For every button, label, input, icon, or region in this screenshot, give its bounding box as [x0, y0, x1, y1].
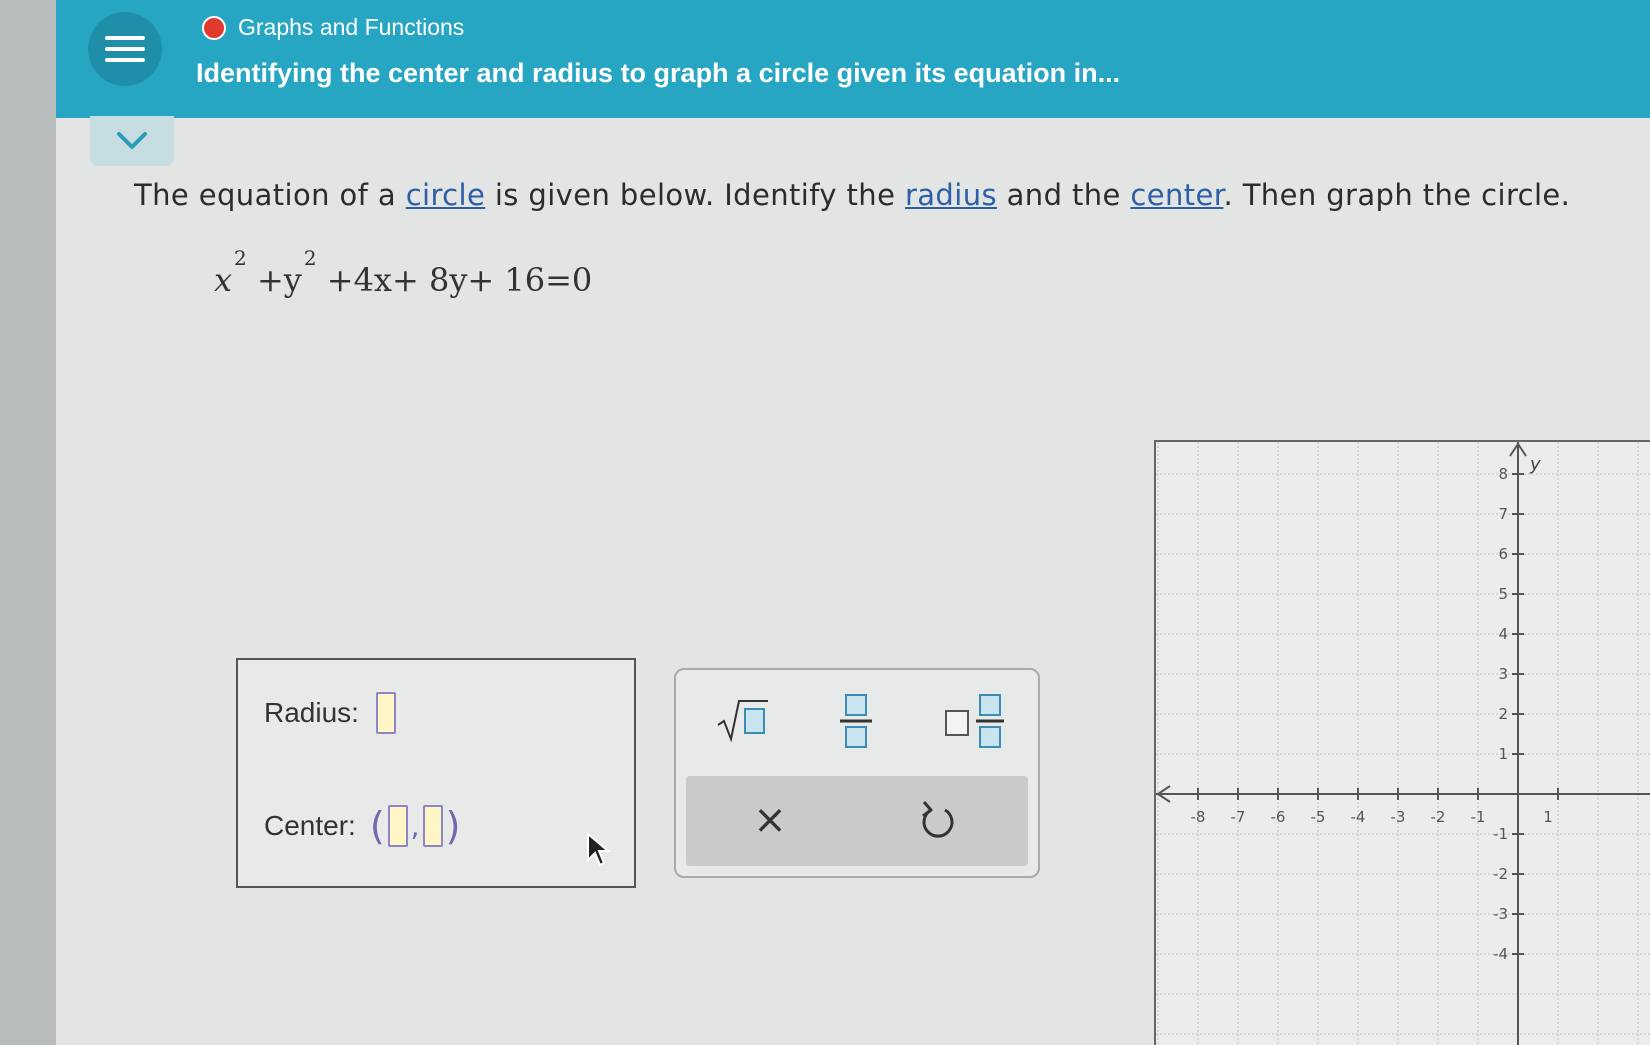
- y-tick-label: 7: [1498, 505, 1508, 523]
- clear-button[interactable]: ×: [734, 790, 806, 850]
- y-axis-label: y: [1529, 454, 1541, 475]
- x-tick-label: -5: [1311, 808, 1326, 826]
- x-tick-label: -7: [1231, 808, 1246, 826]
- y-tick-label: 6: [1498, 545, 1508, 563]
- circle-equation: x2 +y2 +4x+ 8y+ 16=0: [214, 246, 592, 299]
- y-tick-label: -1: [1493, 825, 1508, 843]
- mixed-number-icon: [945, 694, 1004, 748]
- sqrt-icon: [717, 700, 768, 743]
- x-tick-label: -8: [1191, 808, 1206, 826]
- y-tick-label: -3: [1493, 905, 1508, 923]
- y-tick-label: 2: [1498, 705, 1508, 723]
- y-tick-label: 1: [1498, 745, 1508, 763]
- radius-input[interactable]: [375, 692, 396, 734]
- equation-exponent: 2: [303, 246, 317, 270]
- center-label: Center:: [264, 810, 356, 841]
- x-tick-label: -1: [1471, 808, 1486, 826]
- radius-row: Radius:: [264, 692, 399, 734]
- clear-icon: ×: [753, 797, 787, 843]
- radius-definition-link[interactable]: radius: [905, 178, 997, 212]
- prompt-text: is given below. Identify the: [485, 178, 905, 212]
- topic-label: Graphs and Functions: [238, 14, 465, 40]
- equation-term: +4x+ 8y+ 16=0: [316, 261, 593, 299]
- fraction-button[interactable]: [826, 688, 886, 754]
- center-definition-link[interactable]: center: [1130, 178, 1223, 212]
- center-row: Center: ( , ): [264, 804, 460, 848]
- chevron-down-icon: [117, 132, 147, 149]
- y-tick-label: 8: [1498, 465, 1508, 483]
- menu-button[interactable]: [88, 12, 162, 86]
- close-paren: ): [445, 804, 461, 848]
- collapse-header-button[interactable]: [90, 116, 174, 166]
- x-tick-label: -4: [1351, 808, 1366, 826]
- center-x-input[interactable]: [387, 805, 408, 847]
- hamburger-icon: [105, 29, 145, 69]
- lesson-title: Identifying the center and radius to gra…: [196, 58, 1121, 88]
- x-tick-label: 1: [1543, 808, 1553, 826]
- answer-box: Radius: Center: ( , ): [236, 658, 636, 888]
- undo-icon: [922, 801, 954, 838]
- radius-label: Radius:: [264, 697, 359, 728]
- sqrt-button[interactable]: [706, 692, 778, 748]
- question-prompt: The equation of a circle is given below.…: [134, 178, 1570, 212]
- fraction-icon: [840, 694, 872, 748]
- circle-definition-link[interactable]: circle: [406, 178, 486, 212]
- x-tick-label: -6: [1271, 808, 1286, 826]
- prompt-text: The equation of a: [134, 178, 406, 212]
- equation-term: +y: [246, 261, 302, 299]
- math-keypad: ×: [674, 668, 1040, 878]
- open-paren: (: [369, 804, 385, 848]
- topic: Graphs and Functions: [202, 14, 464, 41]
- equation-exponent: 2: [234, 246, 247, 270]
- undo-button[interactable]: [902, 790, 974, 850]
- coordinate-grid[interactable]: y -8 -7 -6 -5 -4 -3 -2 -1 1 8 7 6 5 4 3 2 1 -1 -2 -3 -4: [1154, 440, 1650, 1045]
- mouse-cursor-icon: [587, 832, 611, 867]
- y-tick-label: 4: [1498, 625, 1508, 643]
- y-tick-label: -2: [1493, 865, 1508, 883]
- prompt-text: and the: [997, 178, 1131, 212]
- center-y-input[interactable]: [422, 805, 443, 847]
- comma: ,: [410, 809, 420, 843]
- x-tick-label: -3: [1391, 808, 1406, 826]
- grid-canvas[interactable]: y -8 -7 -6 -5 -4 -3 -2 -1 1 8 7 6 5 4 3 2 1 -1 -2 -3 -4: [1156, 442, 1650, 1045]
- mixed-number-button[interactable]: [938, 688, 1012, 754]
- equation-term: x: [214, 261, 233, 299]
- header-bar: Graphs and Functions Identifying the cen…: [56, 0, 1650, 118]
- keypad-actions: ×: [686, 776, 1028, 866]
- y-tick-label: 5: [1498, 585, 1508, 603]
- x-tick-label: -2: [1431, 808, 1446, 826]
- prompt-text: . Then graph the circle.: [1223, 178, 1571, 212]
- page: Graphs and Functions Identifying the cen…: [56, 0, 1650, 1045]
- y-tick-label: 3: [1498, 665, 1508, 683]
- topic-status-dot-icon: [202, 15, 226, 40]
- y-tick-label: -4: [1493, 945, 1508, 963]
